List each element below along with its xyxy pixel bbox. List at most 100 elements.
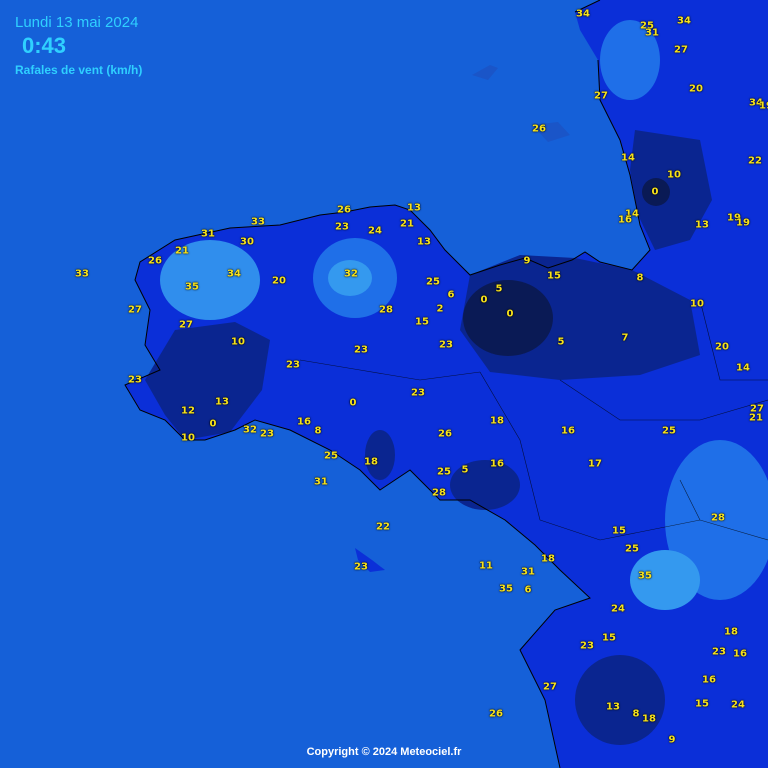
station-value: 6: [447, 289, 455, 301]
station-value: 8: [636, 272, 644, 284]
station-value: 31: [521, 566, 535, 578]
station-value: 26: [337, 204, 351, 216]
station-value: 25: [662, 425, 676, 437]
station-value: 26: [489, 708, 503, 720]
station-value: 21: [749, 412, 763, 424]
station-value: 7: [621, 332, 629, 344]
station-value: 32: [243, 424, 257, 436]
station-value: 16: [297, 416, 311, 428]
station-value: 2: [436, 303, 444, 315]
station-value: 18: [724, 626, 738, 638]
station-value: 27: [674, 44, 688, 56]
station-value: 13: [407, 202, 421, 214]
station-value: 15: [602, 632, 616, 644]
station-value: 16: [702, 674, 716, 686]
station-value: 27: [179, 319, 193, 331]
station-value: 32: [344, 268, 358, 280]
station-value: 16: [618, 214, 632, 226]
station-value: 27: [128, 304, 142, 316]
station-value: 20: [715, 341, 729, 353]
station-value: 25: [426, 276, 440, 288]
station-value: 16: [490, 458, 504, 470]
station-value: 28: [711, 512, 725, 524]
station-value: 23: [411, 387, 425, 399]
station-value: 24: [731, 699, 745, 711]
station-value: 0: [506, 308, 514, 320]
station-value: 23: [712, 646, 726, 658]
station-value: 0: [480, 294, 488, 306]
station-value: 25: [625, 543, 639, 555]
wind-gust-map: Lundi 13 mai 2024 0:43 Rafales de vent (…: [0, 0, 768, 768]
station-value: 5: [461, 464, 469, 476]
station-value: 10: [690, 298, 704, 310]
station-value: 33: [75, 268, 89, 280]
station-value: 14: [736, 362, 750, 374]
station-value: 21: [175, 245, 189, 257]
station-value: 21: [400, 218, 414, 230]
station-value: 15: [415, 316, 429, 328]
station-value: 18: [541, 553, 555, 565]
station-value: 23: [580, 640, 594, 652]
station-value: 20: [272, 275, 286, 287]
station-value: 5: [557, 336, 565, 348]
station-value: 13: [417, 236, 431, 248]
station-value: 31: [645, 27, 659, 39]
station-value: 23: [335, 221, 349, 233]
station-value: 34: [227, 268, 241, 280]
station-value: 16: [733, 648, 747, 660]
station-value: 23: [354, 344, 368, 356]
station-value: 9: [668, 734, 676, 746]
station-value: 24: [368, 225, 382, 237]
station-value: 10: [667, 169, 681, 181]
station-value: 33: [251, 216, 265, 228]
station-value: 5: [495, 283, 503, 295]
map-background: [0, 0, 768, 768]
station-value: 0: [651, 186, 659, 198]
station-value: 18: [642, 713, 656, 725]
station-value: 30: [240, 236, 254, 248]
station-value: 24: [611, 603, 625, 615]
station-value: 13: [695, 219, 709, 231]
date-label: Lundi 13 mai 2024: [15, 14, 139, 31]
station-value: 9: [523, 255, 531, 267]
station-value: 19: [736, 217, 750, 229]
station-value: 8: [314, 425, 322, 437]
station-value: 35: [638, 570, 652, 582]
station-value: 35: [185, 281, 199, 293]
station-value: 14: [621, 152, 635, 164]
station-value: 26: [438, 428, 452, 440]
station-value: 31: [314, 476, 328, 488]
station-value: 25: [324, 450, 338, 462]
station-value: 18: [364, 456, 378, 468]
station-value: 35: [499, 583, 513, 595]
station-value: 22: [748, 155, 762, 167]
station-value: 34: [677, 15, 691, 27]
station-value: 28: [432, 487, 446, 499]
station-value: 27: [543, 681, 557, 693]
parameter-label: Rafales de vent (km/h): [15, 63, 143, 77]
station-value: 12: [181, 405, 195, 417]
station-value: 13: [606, 701, 620, 713]
station-value: 0: [209, 418, 217, 430]
station-value: 13: [215, 396, 229, 408]
copyright-label: Copyright © 2024 Meteociel.fr: [306, 746, 462, 758]
station-value: 34: [576, 8, 590, 20]
station-value: 17: [588, 458, 602, 470]
station-value: 15: [695, 698, 709, 710]
station-value: 20: [689, 83, 703, 95]
station-value: 16: [561, 425, 575, 437]
station-value: 10: [231, 336, 245, 348]
station-value: 23: [354, 561, 368, 573]
station-value: 23: [286, 359, 300, 371]
station-value: 26: [532, 123, 546, 135]
station-value: 15: [547, 270, 561, 282]
station-value: 18: [490, 415, 504, 427]
station-value: 10: [181, 432, 195, 444]
time-label: 0:43: [22, 33, 67, 58]
station-value: 0: [349, 397, 357, 409]
station-value: 15: [612, 525, 626, 537]
station-value: 11: [479, 560, 493, 572]
station-value: 25: [437, 466, 451, 478]
station-value: 8: [632, 708, 640, 720]
station-value: 22: [376, 521, 390, 533]
